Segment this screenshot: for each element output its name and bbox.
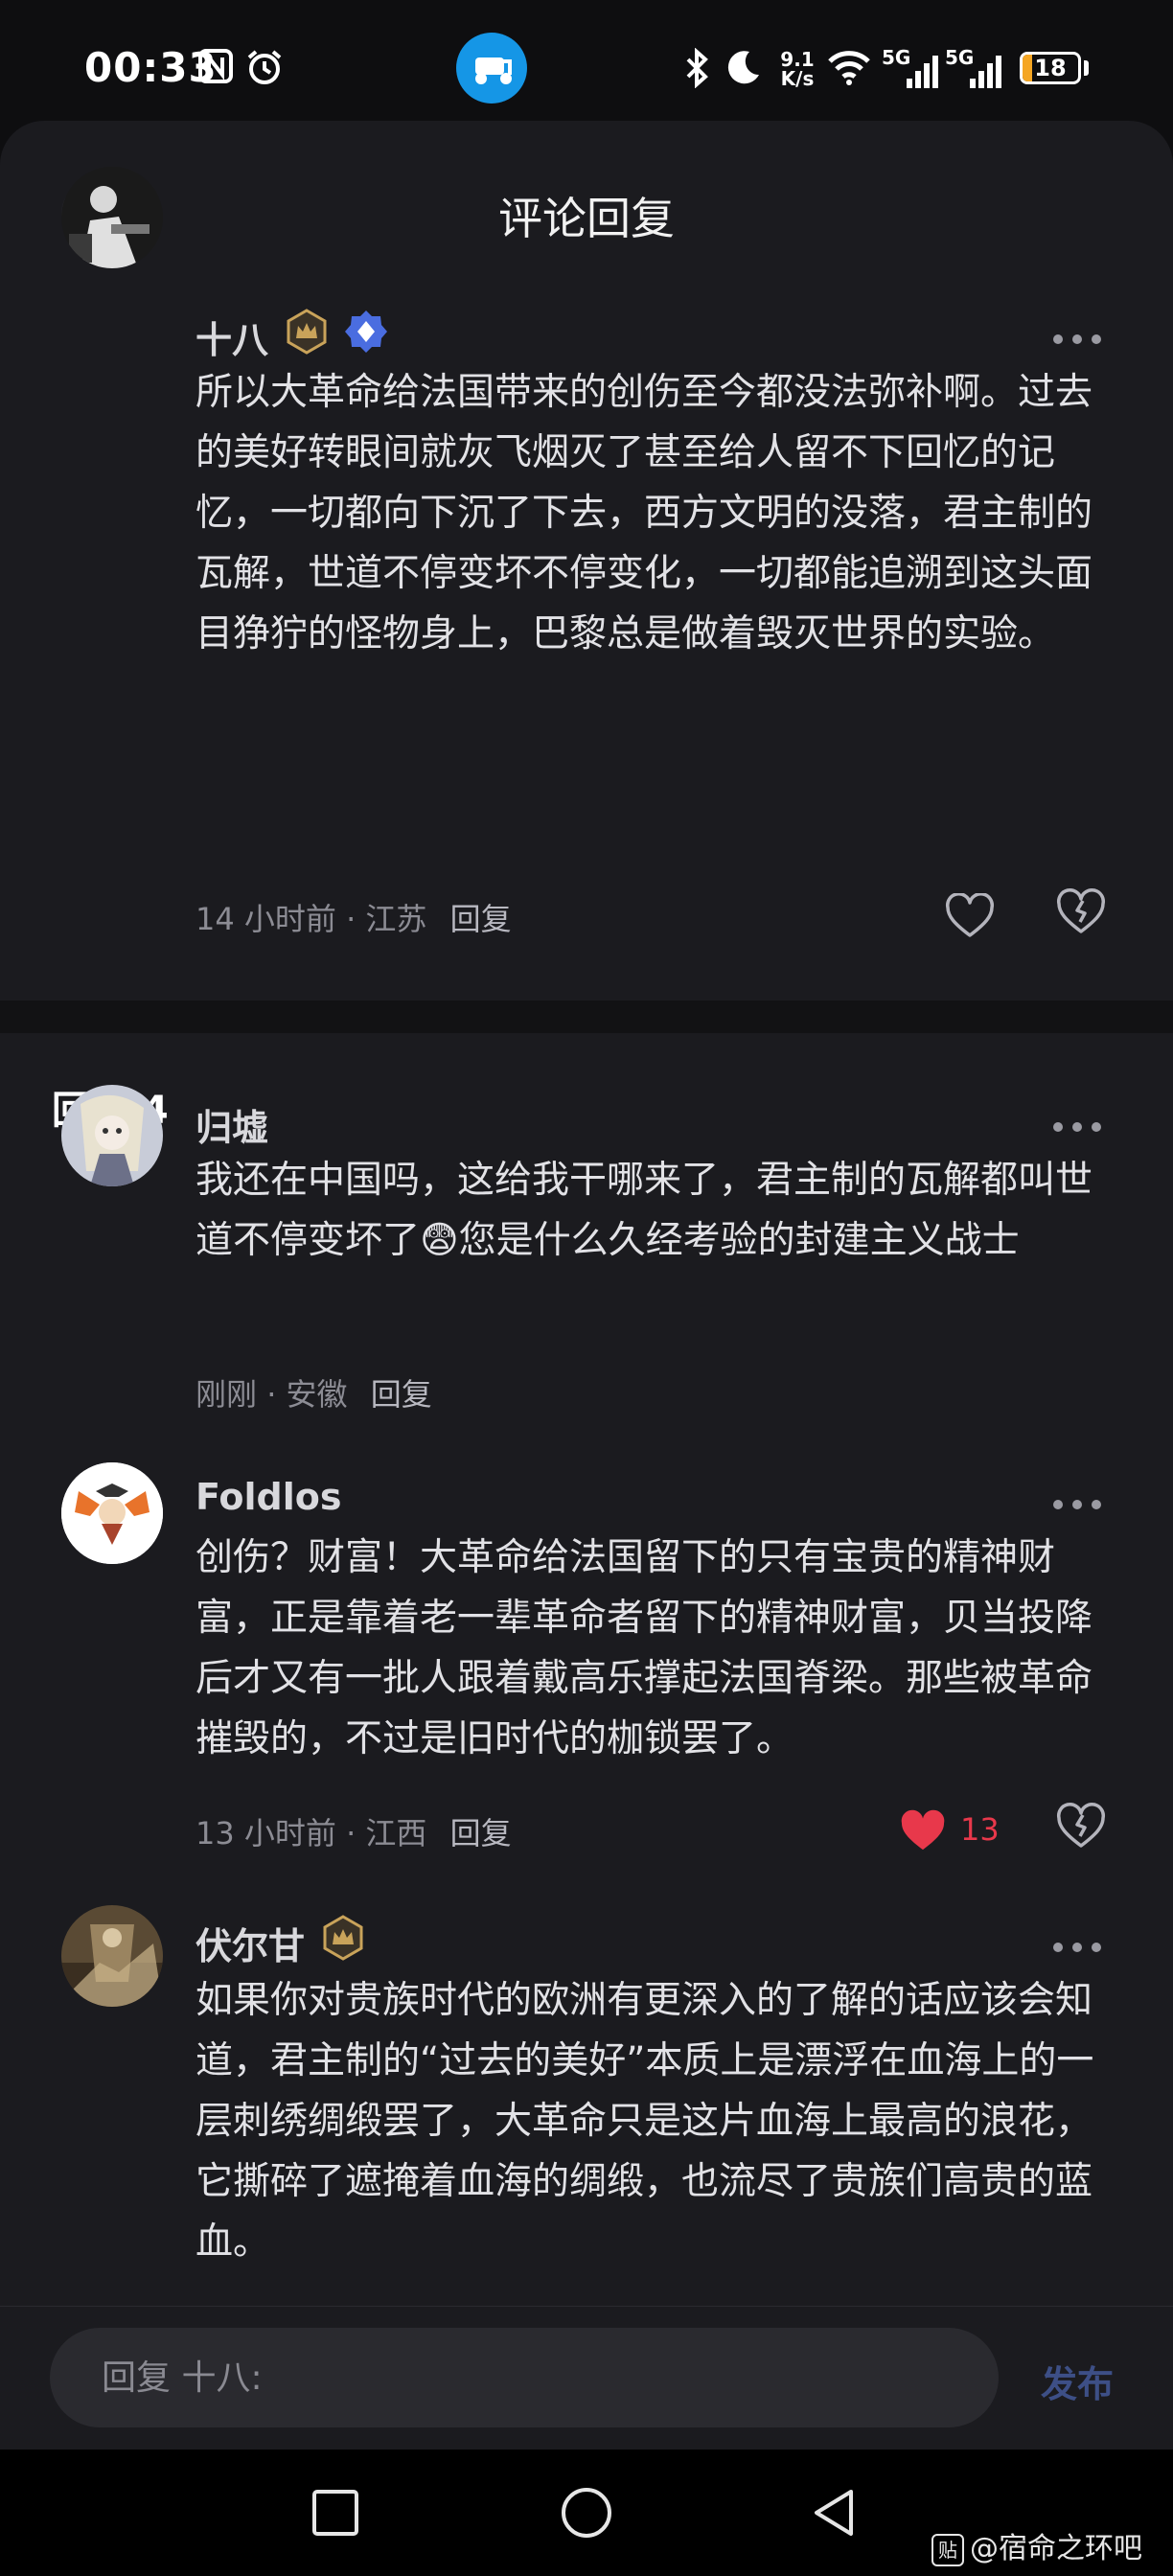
like-count: 13 <box>960 1811 1000 1848</box>
signal-icon-2 <box>949 52 1002 99</box>
comment-meta: 14 小时前 · 江苏 回复 <box>196 895 512 939</box>
reply-input-bar: 发布 <box>0 2306 1173 2450</box>
comment-sheet: 评论回复 十八 所以大革命给法国带来的创伤至今都没法弥补啊。过去的美好转眼间就灰… <box>0 121 1173 2450</box>
watermark-logo: 贴 <box>932 2533 964 2566</box>
comment-location: 江苏 <box>365 901 427 937</box>
recents-square-icon[interactable] <box>310 2488 360 2538</box>
dislike-button[interactable] <box>1054 1802 1112 1859</box>
crown-badge-icon <box>284 309 330 355</box>
avatar[interactable] <box>61 1085 163 1186</box>
bluetooth-icon <box>684 47 711 97</box>
comment-text: 我还在中国吗，这给我干哪来了，君主制的瓦解都叫世道不停变坏了😨您是什么久经考验的… <box>196 1159 1093 1262</box>
reply-link[interactable]: 回复 <box>450 901 512 937</box>
battery-icon: 18 <box>1020 52 1081 84</box>
crown-badge-icon <box>320 1915 366 1961</box>
more-icon[interactable] <box>1046 328 1108 351</box>
verified-badge-icon <box>343 309 389 355</box>
like-button[interactable]: 13 <box>901 1802 1054 1859</box>
avatar[interactable] <box>61 1905 163 2007</box>
reply-input[interactable] <box>50 2328 999 2427</box>
avatar[interactable] <box>61 1462 163 1564</box>
comment-time: 14 小时前 <box>196 901 336 937</box>
comment-text: 所以大革命给法国带来的创伤至今都没法弥补啊。过去的美好转眼间就灰飞烟灭了甚至给人… <box>196 371 1093 656</box>
comment-meta: 刚刚 · 安徽 回复 <box>196 1370 432 1414</box>
meta-separator: · <box>346 1815 366 1852</box>
username[interactable]: 伏尔甘 <box>196 1917 305 1969</box>
watermark-text: @宿命之环吧 <box>970 2532 1142 2565</box>
more-icon[interactable] <box>1046 1936 1108 1959</box>
moon-icon <box>724 48 763 95</box>
meta-separator: · <box>346 901 366 937</box>
broken-heart-icon <box>1056 888 1106 933</box>
username[interactable]: 十八 <box>196 310 268 363</box>
app-notification-icon <box>456 33 527 104</box>
net-speed: 9.1 K/s <box>780 48 815 90</box>
watermark: 贴 @宿命之环吧 <box>932 2524 1142 2566</box>
battery-percent: 18 <box>1034 55 1067 81</box>
heart-icon <box>945 893 995 937</box>
section-divider <box>0 1000 1173 1033</box>
battery-tip <box>1084 60 1089 76</box>
home-circle-icon[interactable] <box>560 2486 613 2540</box>
page-title: 评论回复 <box>498 193 675 244</box>
broken-heart-icon <box>1056 1803 1106 1848</box>
header: 评论回复 <box>0 121 1173 299</box>
more-icon[interactable] <box>1046 1116 1108 1138</box>
signal-icon-1 <box>886 52 939 99</box>
meta-separator: · <box>266 1376 287 1413</box>
nfc-icon <box>197 48 234 93</box>
more-icon[interactable] <box>1046 1493 1108 1516</box>
username[interactable]: Foldlos <box>196 1476 342 1518</box>
reply-link[interactable]: 回复 <box>371 1376 432 1413</box>
reply-link[interactable]: 回复 <box>450 1815 512 1852</box>
publish-button[interactable]: 发布 <box>1041 2355 1114 2407</box>
heart-filled-icon <box>901 1809 945 1851</box>
dislike-button[interactable] <box>1054 887 1112 945</box>
back-triangle-icon[interactable] <box>809 2486 859 2540</box>
wifi-icon <box>826 48 872 95</box>
comment-time: 13 小时前 <box>196 1815 336 1852</box>
username[interactable]: 归墟 <box>196 1098 268 1151</box>
alarm-icon <box>245 48 284 95</box>
comment-text: 如果你对贵族时代的欧洲有更深入的了解的话应该会知道，君主制的“过去的美好”本质上… <box>196 1979 1094 2264</box>
main-comment: 十八 所以大革命给法国带来的创伤至今都没法弥补啊。过去的美好转眼间就灰飞烟灭了甚… <box>0 167 1173 1002</box>
comment-location: 安徽 <box>286 1376 348 1413</box>
screen: 00:33 9.1 K/s 5G 5G 18 评论回复 十八 所以大革命给法国带… <box>0 0 1173 2576</box>
like-button[interactable] <box>901 887 1054 945</box>
avatar[interactable] <box>61 167 163 268</box>
comment-meta: 13 小时前 · 江西 回复 <box>196 1809 512 1853</box>
comment-time: 刚刚 <box>196 1376 258 1413</box>
comment-text: 创伤？财富！大革命给法国留下的只有宝贵的精神财富，正是靠着老一辈革命者留下的精神… <box>196 1536 1093 1760</box>
status-bar: 00:33 9.1 K/s 5G 5G 18 <box>0 0 1173 125</box>
comment-location: 江西 <box>365 1815 427 1852</box>
